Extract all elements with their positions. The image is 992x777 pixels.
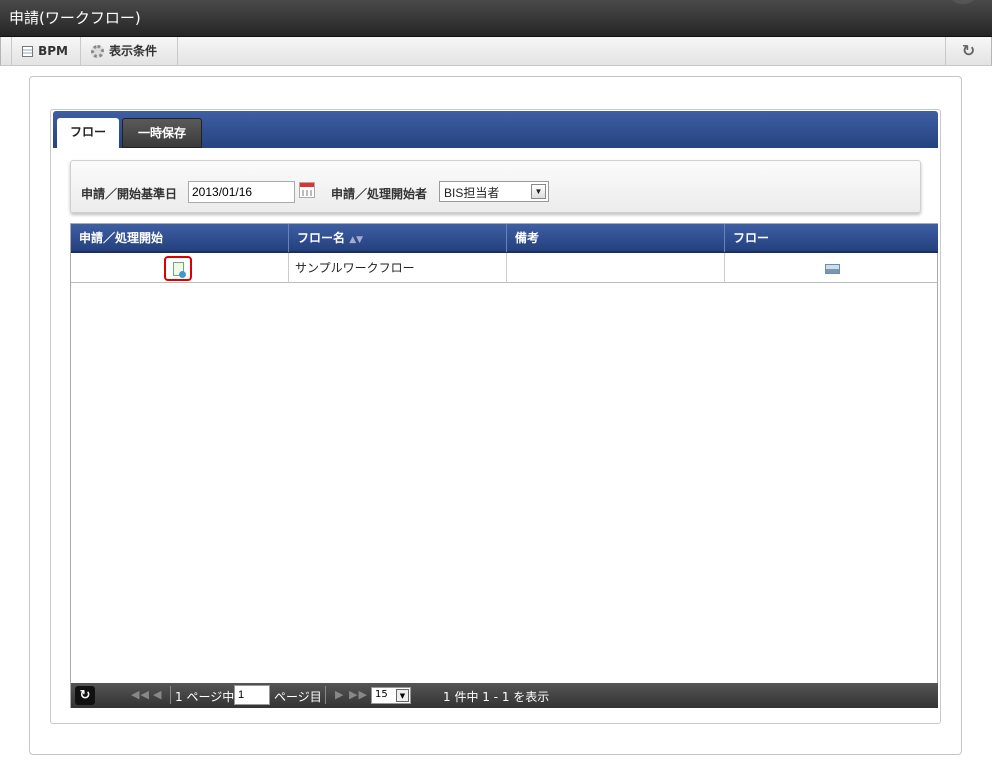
actor-select[interactable]: BIS担当者 ▼ xyxy=(439,181,549,202)
tab-temporary-save[interactable]: 一時保存 xyxy=(122,118,202,148)
window-corner-decoration xyxy=(950,0,976,4)
first-page-icon[interactable]: ◀◀ xyxy=(131,688,150,701)
bpm-button-label: BPM xyxy=(38,44,68,58)
toolbar: BPM 表示条件 ↻ xyxy=(0,37,992,66)
bpm-button[interactable]: BPM xyxy=(11,37,81,65)
display-conditions-label: 表示条件 xyxy=(109,44,158,58)
actor-label: 申請／処理開始者 xyxy=(331,187,428,201)
sort-icon: ▲▼ xyxy=(349,235,364,245)
flow-grid: 申請／処理開始 フロー名 ▲▼ 備考 フロー サンプルワークフロー ↻ ◀◀ ◀… xyxy=(70,223,938,708)
window-title: 申請(ワークフロー) xyxy=(9,9,141,27)
column-header-flow[interactable]: フロー xyxy=(725,224,938,252)
page-suffix-text: ページ目 xyxy=(274,690,322,704)
start-application-button[interactable] xyxy=(164,256,192,281)
tab-bar: フロー 一時保存 xyxy=(53,111,938,148)
display-conditions-button[interactable]: 表示条件 xyxy=(81,37,178,65)
cell-start xyxy=(71,253,289,283)
page-size-select[interactable]: 15 ▼ xyxy=(371,687,411,704)
window-titlebar: 申請(ワークフロー) xyxy=(0,0,992,37)
last-page-icon[interactable]: ▶▶ xyxy=(349,688,368,701)
base-date-input[interactable] xyxy=(188,181,295,203)
column-header-remarks-label: 備考 xyxy=(515,231,540,245)
prev-page-icon[interactable]: ◀ xyxy=(153,688,162,701)
refresh-icon: ↻ xyxy=(961,41,976,60)
flow-image-icon[interactable] xyxy=(825,264,840,274)
column-header-flow-label: フロー xyxy=(733,231,770,245)
page-prefix-text: 1 ページ中 xyxy=(175,690,235,704)
column-header-flow-name[interactable]: フロー名 ▲▼ xyxy=(289,224,507,252)
refresh-button[interactable]: ↻ xyxy=(945,37,991,65)
search-conditions-box: 申請／開始基準日 申請／処理開始者 BIS担当者 ▼ xyxy=(70,160,921,213)
pager-refresh-button[interactable]: ↻ xyxy=(75,686,95,705)
pager: ↻ ◀◀ ◀ 1 ページ中 ページ目 ▶ ▶▶ 15 ▼ 1 件中 1 - 1 … xyxy=(71,683,938,708)
cell-remarks xyxy=(507,253,725,283)
base-date-label: 申請／開始基準日 xyxy=(81,187,178,201)
chevron-down-icon: ▼ xyxy=(531,184,546,199)
column-header-flow-name-label: フロー名 xyxy=(297,231,346,245)
column-header-start-label: 申請／処理開始 xyxy=(79,231,164,245)
calendar-icon[interactable] xyxy=(299,182,315,198)
bpm-list-icon xyxy=(22,45,34,57)
page-number-input[interactable] xyxy=(234,685,270,705)
cell-flow xyxy=(725,253,938,283)
cell-flow-name: サンプルワークフロー xyxy=(289,253,507,283)
pager-divider xyxy=(325,686,326,704)
application-clipboard-icon xyxy=(172,261,186,278)
grid-header: 申請／処理開始 フロー名 ▲▼ 備考 フロー xyxy=(71,224,938,253)
gear-icon xyxy=(91,44,104,58)
table-row: サンプルワークフロー xyxy=(71,253,938,283)
actor-select-value: BIS担当者 xyxy=(444,186,500,200)
record-count-info: 1 件中 1 - 1 を表示 xyxy=(443,690,550,704)
column-header-start[interactable]: 申請／処理開始 xyxy=(71,224,289,252)
tab-flow[interactable]: フロー xyxy=(57,118,119,148)
column-header-remarks[interactable]: 備考 xyxy=(507,224,725,252)
next-page-icon[interactable]: ▶ xyxy=(335,688,344,701)
pager-divider xyxy=(170,686,171,704)
chevron-down-icon: ▼ xyxy=(396,689,409,702)
page-size-value: 15 xyxy=(375,689,388,700)
